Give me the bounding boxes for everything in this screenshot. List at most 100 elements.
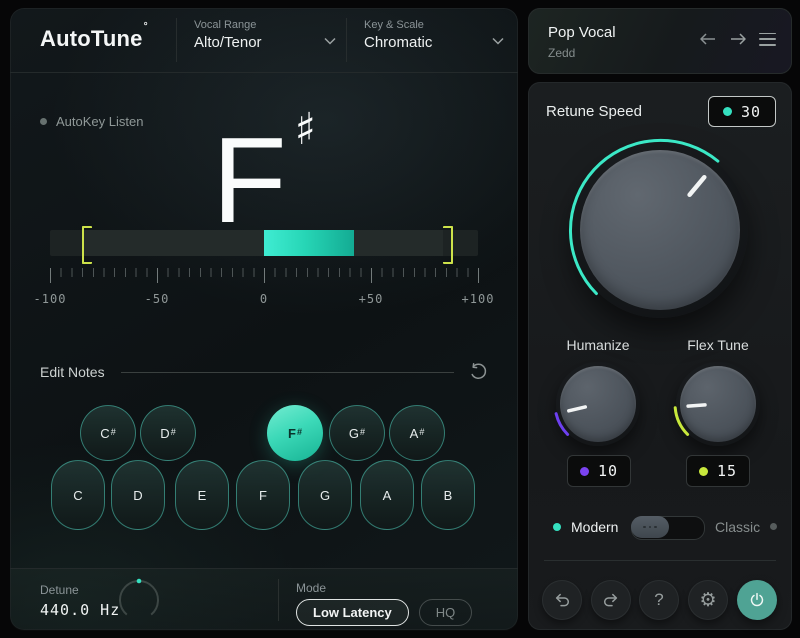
knob-arc-and-pointer bbox=[552, 358, 644, 450]
mode-hq-button[interactable]: HQ bbox=[419, 599, 473, 626]
humanize-value-box[interactable]: 10 bbox=[567, 455, 631, 487]
preset-menu-icon[interactable] bbox=[759, 33, 776, 46]
left-footer-bar: Detune 440.0 Hz Mode Low Latency HQ bbox=[10, 568, 518, 631]
retune-speed-dot bbox=[723, 107, 732, 116]
modern-label[interactable]: Modern bbox=[571, 519, 618, 535]
controls-panel: Retune Speed 30 Humanize Flex Tune bbox=[528, 82, 792, 630]
power-button[interactable] bbox=[737, 580, 777, 620]
knob-arc-and-pointer bbox=[672, 358, 764, 450]
sharp-sign: ♯ bbox=[295, 104, 316, 155]
header-divider bbox=[176, 18, 177, 62]
chevron-down-icon bbox=[492, 37, 504, 45]
note-key-c[interactable]: C bbox=[51, 460, 105, 530]
edit-notes-divider bbox=[121, 372, 454, 373]
note-key-g[interactable]: G bbox=[298, 460, 352, 530]
detune-label: Detune bbox=[40, 583, 79, 597]
utility-button-row: ? ⚙ bbox=[528, 580, 792, 622]
note-key-f-sharp-selected[interactable]: F# bbox=[267, 405, 323, 461]
humanize-value: 10 bbox=[598, 462, 618, 480]
help-icon: ? bbox=[654, 590, 663, 610]
toggle-thumb[interactable] bbox=[631, 516, 669, 538]
meter-ruler bbox=[50, 268, 478, 283]
header-divider bbox=[346, 18, 347, 62]
knob-arc-and-pointer bbox=[562, 132, 758, 328]
retune-speed-knob[interactable] bbox=[562, 132, 758, 328]
note-key-f[interactable]: F bbox=[236, 460, 290, 530]
meter-scale-labels: -100 -50 0 +50 +100 bbox=[50, 292, 478, 306]
next-preset-icon[interactable] bbox=[729, 32, 747, 46]
note-key-b[interactable]: B bbox=[421, 460, 475, 530]
major-tick bbox=[157, 268, 158, 283]
autotune-plugin-window: AutoTune° Vocal Range Alto/Tenor Key & S… bbox=[0, 0, 800, 638]
note-letter: F bbox=[212, 112, 289, 248]
vocal-range-value: Alto/Tenor bbox=[194, 34, 336, 51]
help-button[interactable]: ? bbox=[639, 580, 679, 620]
major-tick bbox=[50, 268, 51, 283]
header-bar: AutoTune° Vocal Range Alto/Tenor Key & S… bbox=[10, 8, 518, 73]
vocal-range-label: Vocal Range bbox=[194, 19, 336, 31]
flex-tune-knob[interactable] bbox=[672, 358, 764, 450]
detune-value[interactable]: 440.0 Hz bbox=[40, 601, 120, 619]
redo-icon bbox=[602, 592, 620, 608]
note-key-d[interactable]: D bbox=[111, 460, 165, 530]
scale-label: +100 bbox=[462, 292, 495, 306]
humanize-label: Humanize bbox=[566, 337, 629, 353]
note-key-a-sharp[interactable]: A# bbox=[389, 405, 445, 461]
gear-icon: ⚙ bbox=[699, 591, 716, 610]
modern-classic-toggle[interactable] bbox=[631, 516, 705, 540]
note-key-g-sharp[interactable]: G# bbox=[329, 405, 385, 461]
key-scale-value: Chromatic bbox=[364, 34, 504, 51]
humanize-knob[interactable] bbox=[552, 358, 644, 450]
vocal-range-dropdown[interactable]: Vocal Range Alto/Tenor bbox=[194, 19, 336, 51]
humanize-dot bbox=[580, 467, 589, 476]
flex-tune-label: Flex Tune bbox=[687, 337, 748, 353]
scale-label: -50 bbox=[145, 292, 170, 306]
app-logo: AutoTune° bbox=[40, 26, 147, 52]
preset-name: Pop Vocal bbox=[548, 24, 616, 41]
flex-tune-dot bbox=[699, 467, 708, 476]
undo-button[interactable] bbox=[542, 580, 582, 620]
detune-knob[interactable] bbox=[116, 577, 162, 623]
pitch-meter bbox=[50, 230, 478, 256]
retune-speed-label: Retune Speed bbox=[546, 103, 642, 120]
modern-active-dot bbox=[553, 523, 561, 531]
reset-notes-icon[interactable] bbox=[468, 362, 488, 382]
meter-right-bracket[interactable] bbox=[443, 226, 453, 264]
algorithm-toggle-row: Modern Classic bbox=[528, 515, 792, 539]
flex-tune-value-box[interactable]: 15 bbox=[686, 455, 750, 487]
note-key-e[interactable]: E bbox=[175, 460, 229, 530]
note-key-a[interactable]: A bbox=[360, 460, 414, 530]
scale-label: -100 bbox=[34, 292, 67, 306]
detected-note-display: F♯ bbox=[10, 104, 518, 241]
undo-icon bbox=[553, 592, 571, 608]
scale-label: 0 bbox=[260, 292, 268, 306]
pitch-meter-fill bbox=[264, 230, 354, 256]
major-tick bbox=[264, 268, 265, 283]
preset-browser[interactable]: Pop Vocal Zedd bbox=[528, 8, 792, 74]
redo-button[interactable] bbox=[591, 580, 631, 620]
meter-left-bracket[interactable] bbox=[82, 226, 92, 264]
mode-label: Mode bbox=[296, 581, 326, 595]
key-scale-label: Key & Scale bbox=[364, 19, 504, 31]
note-key-d-sharp[interactable]: D# bbox=[140, 405, 196, 461]
classic-label[interactable]: Classic bbox=[715, 519, 760, 535]
scale-label: +50 bbox=[359, 292, 384, 306]
footer-divider bbox=[278, 579, 279, 621]
logo-mark: ° bbox=[144, 21, 148, 32]
power-icon bbox=[748, 591, 766, 609]
preset-author: Zedd bbox=[548, 46, 575, 60]
key-scale-dropdown[interactable]: Key & Scale Chromatic bbox=[364, 19, 504, 51]
edit-notes-label: Edit Notes bbox=[40, 364, 105, 380]
note-key-c-sharp[interactable]: C# bbox=[80, 405, 136, 461]
meter-range-zone bbox=[82, 230, 443, 256]
classic-inactive-dot bbox=[770, 523, 777, 530]
mode-low-latency-button[interactable]: Low Latency bbox=[296, 599, 409, 626]
major-tick bbox=[478, 268, 479, 283]
flex-tune-value: 15 bbox=[717, 462, 737, 480]
retune-speed-value: 30 bbox=[741, 103, 761, 121]
chevron-down-icon bbox=[324, 37, 336, 45]
main-panel: AutoTune° Vocal Range Alto/Tenor Key & S… bbox=[10, 8, 518, 630]
settings-button[interactable]: ⚙ bbox=[688, 580, 728, 620]
previous-preset-icon[interactable] bbox=[699, 32, 717, 46]
retune-speed-value-box[interactable]: 30 bbox=[708, 96, 776, 127]
